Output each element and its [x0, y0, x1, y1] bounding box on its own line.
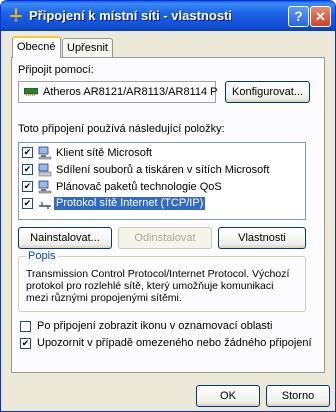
properties-dialog: Připojení k místní síti - vlastnosti ? ✕…: [0, 0, 336, 412]
list-item[interactable]: ✔ Sdílení souborů a tiskáren v sítích Mi…: [22, 162, 302, 179]
item-label: Plánovač paketů technologie QoS: [56, 181, 222, 193]
item-checkbox[interactable]: ✔: [22, 164, 33, 175]
qos-scheduler-icon: [38, 180, 52, 194]
help-button[interactable]: ?: [288, 6, 309, 27]
notify-limited-connectivity-label[interactable]: Upozornit v případě omezeného nebo žádné…: [37, 337, 312, 349]
network-connection-icon: [9, 7, 23, 23]
list-item-selected[interactable]: ✔ Protokol sítě Internet (TCP/IP): [22, 196, 302, 213]
item-label: Klient sítě Microsoft: [56, 147, 152, 159]
title-bar[interactable]: Připojení k místní síti - vlastnosti ? ✕: [1, 1, 335, 31]
adapter-field: Atheros AR8121/AR8113/AR8114 P: [18, 81, 218, 103]
notify-limited-connectivity-checkbox[interactable]: ✔: [20, 338, 31, 349]
close-button[interactable]: ✕: [310, 6, 331, 27]
item-checkbox[interactable]: ✔: [22, 181, 33, 192]
ok-button[interactable]: OK: [196, 385, 260, 407]
items-label: Toto připojení používá následující polož…: [18, 123, 225, 135]
window-title: Připojení k místní síti - vlastnosti: [29, 8, 232, 23]
show-tray-icon-checkbox[interactable]: [20, 321, 31, 332]
properties-button[interactable]: Vlastnosti: [218, 227, 306, 249]
list-item[interactable]: ✔ Klient sítě Microsoft: [22, 145, 302, 162]
file-printer-sharing-icon: [38, 163, 52, 177]
show-tray-icon-label[interactable]: Po připojení zobrazit ikonu v oznamovací…: [37, 320, 272, 332]
network-client-icon: [38, 146, 52, 160]
item-label: Sdílení souborů a tiskáren v sítích Micr…: [56, 164, 270, 176]
description-text: Transmission Control Protocol/Internet P…: [26, 268, 290, 304]
connect-using-label: Připojit pomocí:: [18, 64, 94, 76]
configure-button[interactable]: Konfigurovat...: [225, 81, 310, 103]
cancel-button[interactable]: Storno: [266, 385, 330, 407]
description-title: Popis: [26, 250, 58, 262]
tab-advanced[interactable]: Upřesnit: [62, 38, 113, 58]
item-checkbox[interactable]: ✔: [22, 147, 33, 158]
adapter-name: Atheros AR8121/AR8113/AR8114 P: [43, 86, 218, 98]
list-item[interactable]: ✔ Plánovač paketů technologie QoS: [22, 179, 302, 196]
network-adapter-icon: [24, 88, 38, 96]
install-button[interactable]: Nainstalovat...: [18, 227, 112, 249]
uninstall-button[interactable]: Odinstalovat: [118, 227, 212, 249]
item-label: Protokol sítě Internet (TCP/IP): [54, 197, 206, 210]
item-checkbox[interactable]: ✔: [22, 198, 33, 209]
protocol-icon: [39, 202, 51, 209]
components-list[interactable]: ✔ Klient sítě Microsoft ✔ Sdílení soubor…: [18, 142, 306, 220]
tab-general[interactable]: Obecné: [12, 36, 61, 58]
